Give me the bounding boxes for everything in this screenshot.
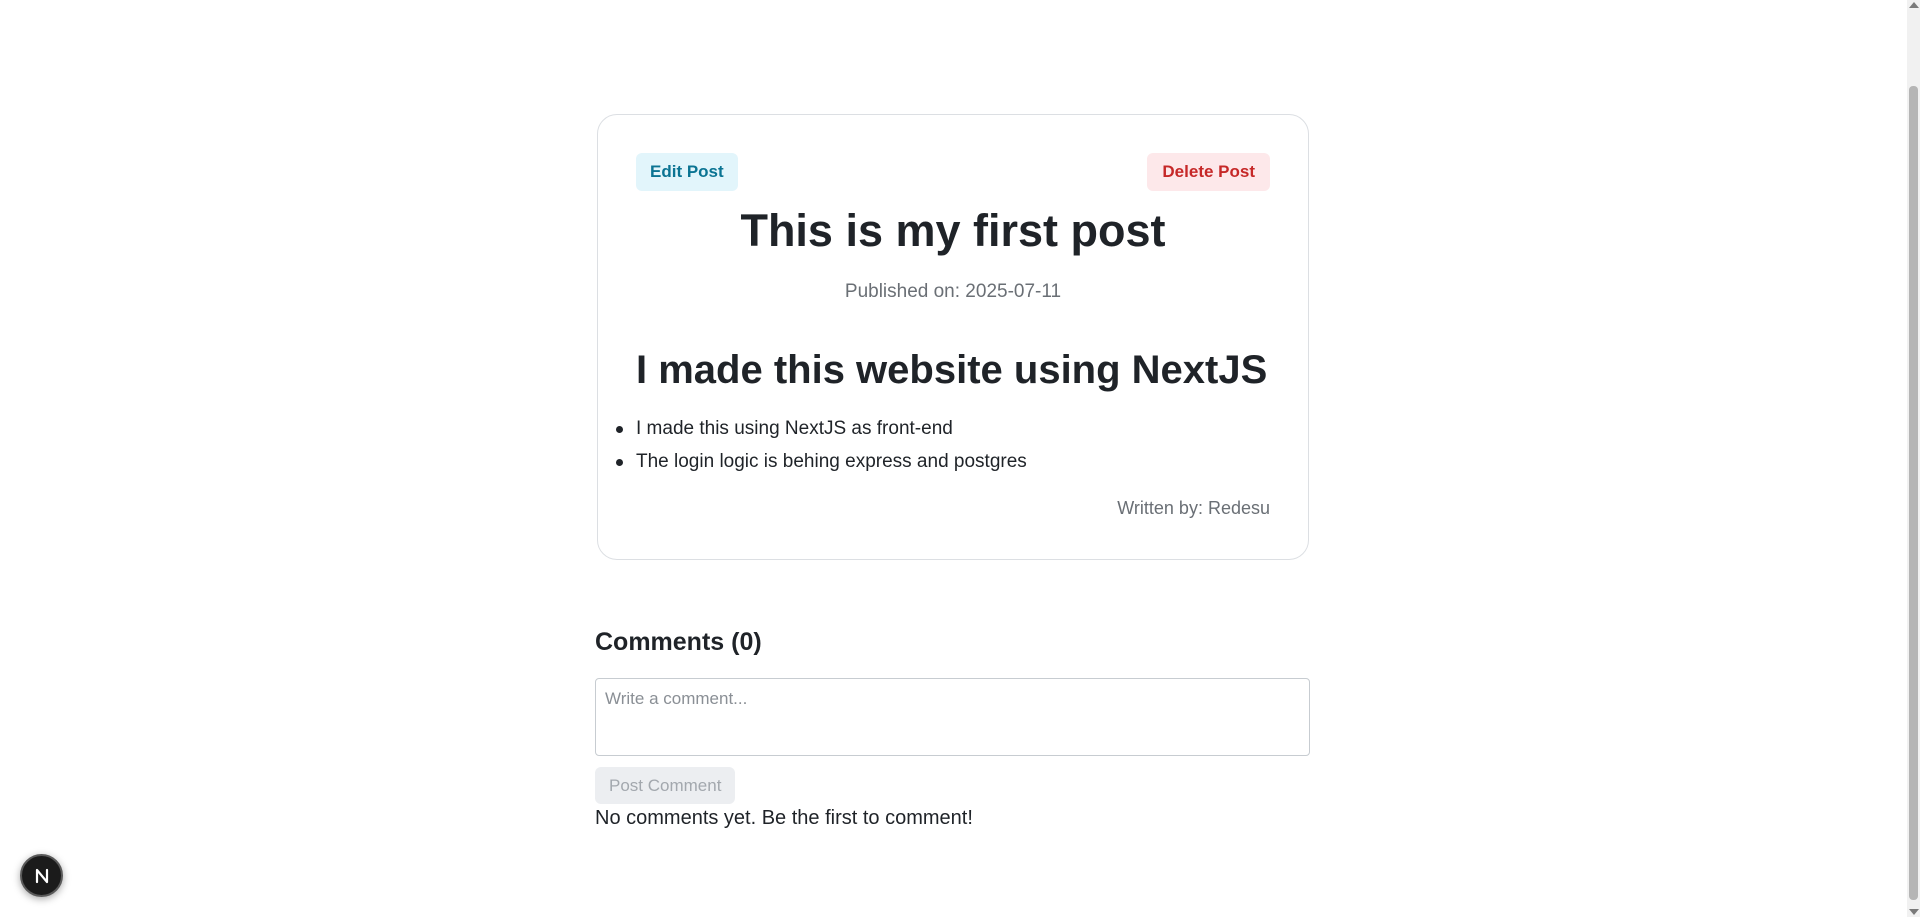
post-title: This is my first post	[740, 205, 1166, 256]
post-card: Edit Post Delete Post This is my first p…	[597, 114, 1309, 560]
nextjs-logo-icon	[35, 868, 48, 883]
scroll-down-arrow-icon[interactable]	[1909, 909, 1919, 915]
nextjs-dev-badge[interactable]	[20, 854, 63, 897]
no-comments-message: No comments yet. Be the first to comment…	[595, 807, 973, 829]
delete-post-button[interactable]: Delete Post	[1147, 153, 1270, 191]
vertical-scrollbar[interactable]	[1907, 0, 1920, 917]
post-comment-button[interactable]: Post Comment	[595, 767, 736, 804]
scroll-up-arrow-icon[interactable]	[1909, 2, 1919, 8]
list-item: I made this using NextJS as front-end	[616, 412, 1027, 445]
comment-input[interactable]	[595, 678, 1310, 756]
post-content-heading: I made this website using NextJS	[636, 348, 1268, 392]
edit-post-button[interactable]: Edit Post	[636, 153, 738, 191]
page: Edit Post Delete Post This is my first p…	[0, 0, 1920, 917]
post-author: Written by: Redesu	[1117, 498, 1270, 518]
list-item: The login logic is behing express and po…	[616, 445, 1027, 478]
comments-heading: Comments (0)	[595, 628, 762, 656]
post-content-list: I made this using NextJS as front-end Th…	[616, 412, 1027, 478]
published-date: Published on: 2025-07-11	[844, 281, 1062, 302]
scrollbar-thumb[interactable]	[1909, 86, 1918, 900]
